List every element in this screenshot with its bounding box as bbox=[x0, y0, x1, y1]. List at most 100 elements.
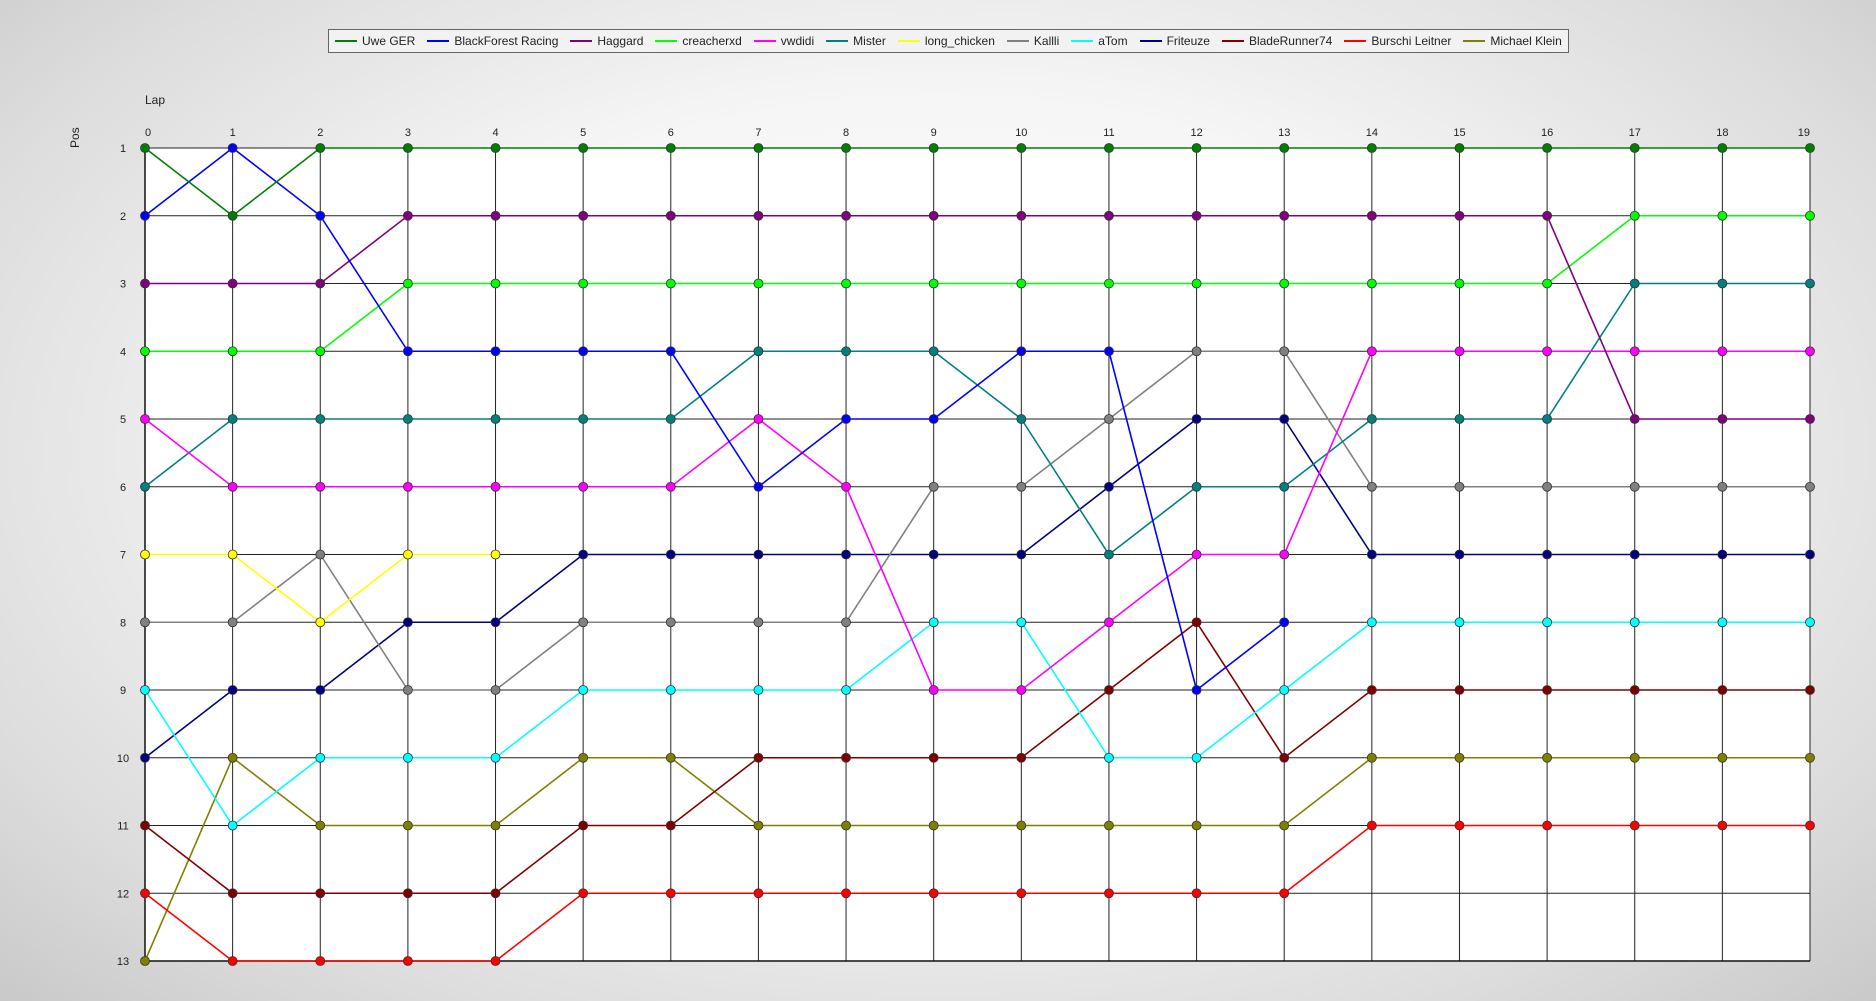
data-point-haggard bbox=[1805, 414, 1815, 424]
data-point-mister bbox=[1366, 414, 1377, 424]
y-tick-label: 3 bbox=[120, 279, 126, 291]
data-point-michael-klein bbox=[1279, 820, 1290, 831]
data-point-long-chicken bbox=[402, 549, 413, 560]
data-point-mister bbox=[402, 414, 413, 424]
data-point-creacherxd bbox=[1629, 210, 1640, 221]
data-point-creacherxd bbox=[665, 278, 676, 289]
data-point-uwe-ger bbox=[1717, 143, 1728, 153]
data-point-bladerunner74 bbox=[1717, 685, 1728, 695]
data-point-haggard bbox=[753, 210, 764, 221]
x-tick-label: 13 bbox=[1278, 127, 1290, 139]
data-point-atom bbox=[1454, 617, 1465, 628]
data-point-vwdidi bbox=[1191, 549, 1202, 560]
data-point-burschi-leitner bbox=[1542, 820, 1553, 831]
data-point-burschi-leitner bbox=[402, 956, 413, 966]
data-point-burschi-leitner bbox=[1279, 888, 1290, 899]
data-point-uwe-ger bbox=[227, 210, 238, 221]
data-point-kallli bbox=[140, 617, 150, 628]
x-tick-label: 19 bbox=[1798, 127, 1810, 139]
data-point-uwe-ger bbox=[1629, 143, 1640, 153]
data-point-haggard bbox=[402, 210, 413, 221]
data-point-mister bbox=[1191, 481, 1202, 492]
data-point-haggard bbox=[841, 210, 851, 221]
data-point-bladerunner74 bbox=[928, 752, 939, 763]
data-point-mister bbox=[753, 346, 764, 357]
x-tick-label: 11 bbox=[1103, 127, 1114, 139]
data-point-mister bbox=[1279, 481, 1290, 492]
data-point-kallli bbox=[402, 685, 413, 695]
data-point-haggard bbox=[1191, 210, 1202, 221]
data-point-vwdidi bbox=[1542, 346, 1553, 357]
data-point-creacherxd bbox=[402, 278, 413, 289]
data-point-michael-klein bbox=[1366, 752, 1377, 763]
data-point-creacherxd bbox=[1717, 210, 1728, 221]
data-point-friteuze bbox=[841, 549, 851, 560]
data-point-vwdidi bbox=[928, 685, 939, 695]
data-point-friteuze bbox=[1805, 549, 1815, 560]
data-point-uwe-ger bbox=[1104, 143, 1114, 153]
x-tick-label: 9 bbox=[931, 127, 937, 139]
data-point-atom bbox=[841, 685, 851, 695]
y-tick-label: 11 bbox=[117, 821, 128, 833]
data-point-atom bbox=[1629, 617, 1640, 628]
data-point-blackforest-racing bbox=[578, 346, 589, 357]
data-point-friteuze bbox=[227, 685, 238, 695]
data-point-kallli bbox=[1104, 414, 1114, 424]
data-point-blackforest-racing bbox=[665, 346, 676, 357]
data-point-kallli bbox=[1454, 481, 1465, 492]
data-point-friteuze bbox=[1191, 414, 1202, 424]
data-point-vwdidi bbox=[1717, 346, 1728, 357]
data-point-bladerunner74 bbox=[1191, 617, 1202, 628]
data-point-burschi-leitner bbox=[315, 956, 326, 966]
data-point-michael-klein bbox=[140, 956, 150, 966]
x-tick-label: 1 bbox=[230, 127, 236, 139]
data-point-burschi-leitner bbox=[928, 888, 939, 899]
data-point-bladerunner74 bbox=[315, 888, 326, 899]
data-point-long-chicken bbox=[315, 617, 326, 628]
data-point-mister bbox=[1454, 414, 1465, 424]
data-point-mister bbox=[140, 481, 150, 492]
data-point-bladerunner74 bbox=[1104, 685, 1114, 695]
y-tick-label: 10 bbox=[117, 753, 129, 765]
y-tick-label: 1 bbox=[120, 143, 126, 155]
data-point-atom bbox=[1104, 752, 1114, 763]
data-point-haggard bbox=[578, 210, 589, 221]
data-point-vwdidi bbox=[140, 414, 150, 424]
data-point-michael-klein bbox=[928, 820, 939, 831]
data-point-vwdidi bbox=[1454, 346, 1465, 357]
data-point-mister bbox=[227, 414, 238, 424]
data-point-haggard bbox=[315, 278, 326, 289]
y-tick-label: 6 bbox=[120, 482, 126, 494]
data-point-kallli bbox=[928, 481, 939, 492]
data-point-atom bbox=[1191, 752, 1202, 763]
data-point-creacherxd bbox=[1191, 278, 1202, 289]
data-point-kallli bbox=[578, 617, 589, 628]
data-point-kallli bbox=[1279, 346, 1290, 357]
data-point-haggard bbox=[1016, 210, 1027, 221]
data-point-mister bbox=[315, 414, 326, 424]
data-point-haggard bbox=[1542, 210, 1553, 221]
data-point-haggard bbox=[1279, 210, 1290, 221]
data-point-michael-klein bbox=[841, 820, 851, 831]
data-point-atom bbox=[928, 617, 939, 628]
data-point-burschi-leitner bbox=[1104, 888, 1114, 899]
data-point-burschi-leitner bbox=[1717, 820, 1728, 831]
data-point-uwe-ger bbox=[140, 143, 150, 153]
data-point-atom bbox=[1366, 617, 1377, 628]
data-point-burschi-leitner bbox=[841, 888, 851, 899]
data-point-vwdidi bbox=[1279, 549, 1290, 560]
data-point-burschi-leitner bbox=[1805, 820, 1815, 831]
data-point-uwe-ger bbox=[315, 143, 326, 153]
data-point-mister bbox=[1104, 549, 1114, 560]
data-point-haggard bbox=[1366, 210, 1377, 221]
data-point-vwdidi bbox=[1366, 346, 1377, 357]
data-point-kallli bbox=[1366, 481, 1377, 492]
data-point-creacherxd bbox=[841, 278, 851, 289]
data-point-bladerunner74 bbox=[753, 752, 764, 763]
data-point-atom bbox=[227, 820, 238, 831]
data-point-friteuze bbox=[1104, 481, 1114, 492]
data-point-creacherxd bbox=[578, 278, 589, 289]
data-point-blackforest-racing bbox=[841, 414, 851, 424]
data-point-mister bbox=[1805, 278, 1815, 289]
data-point-michael-klein bbox=[402, 820, 413, 831]
